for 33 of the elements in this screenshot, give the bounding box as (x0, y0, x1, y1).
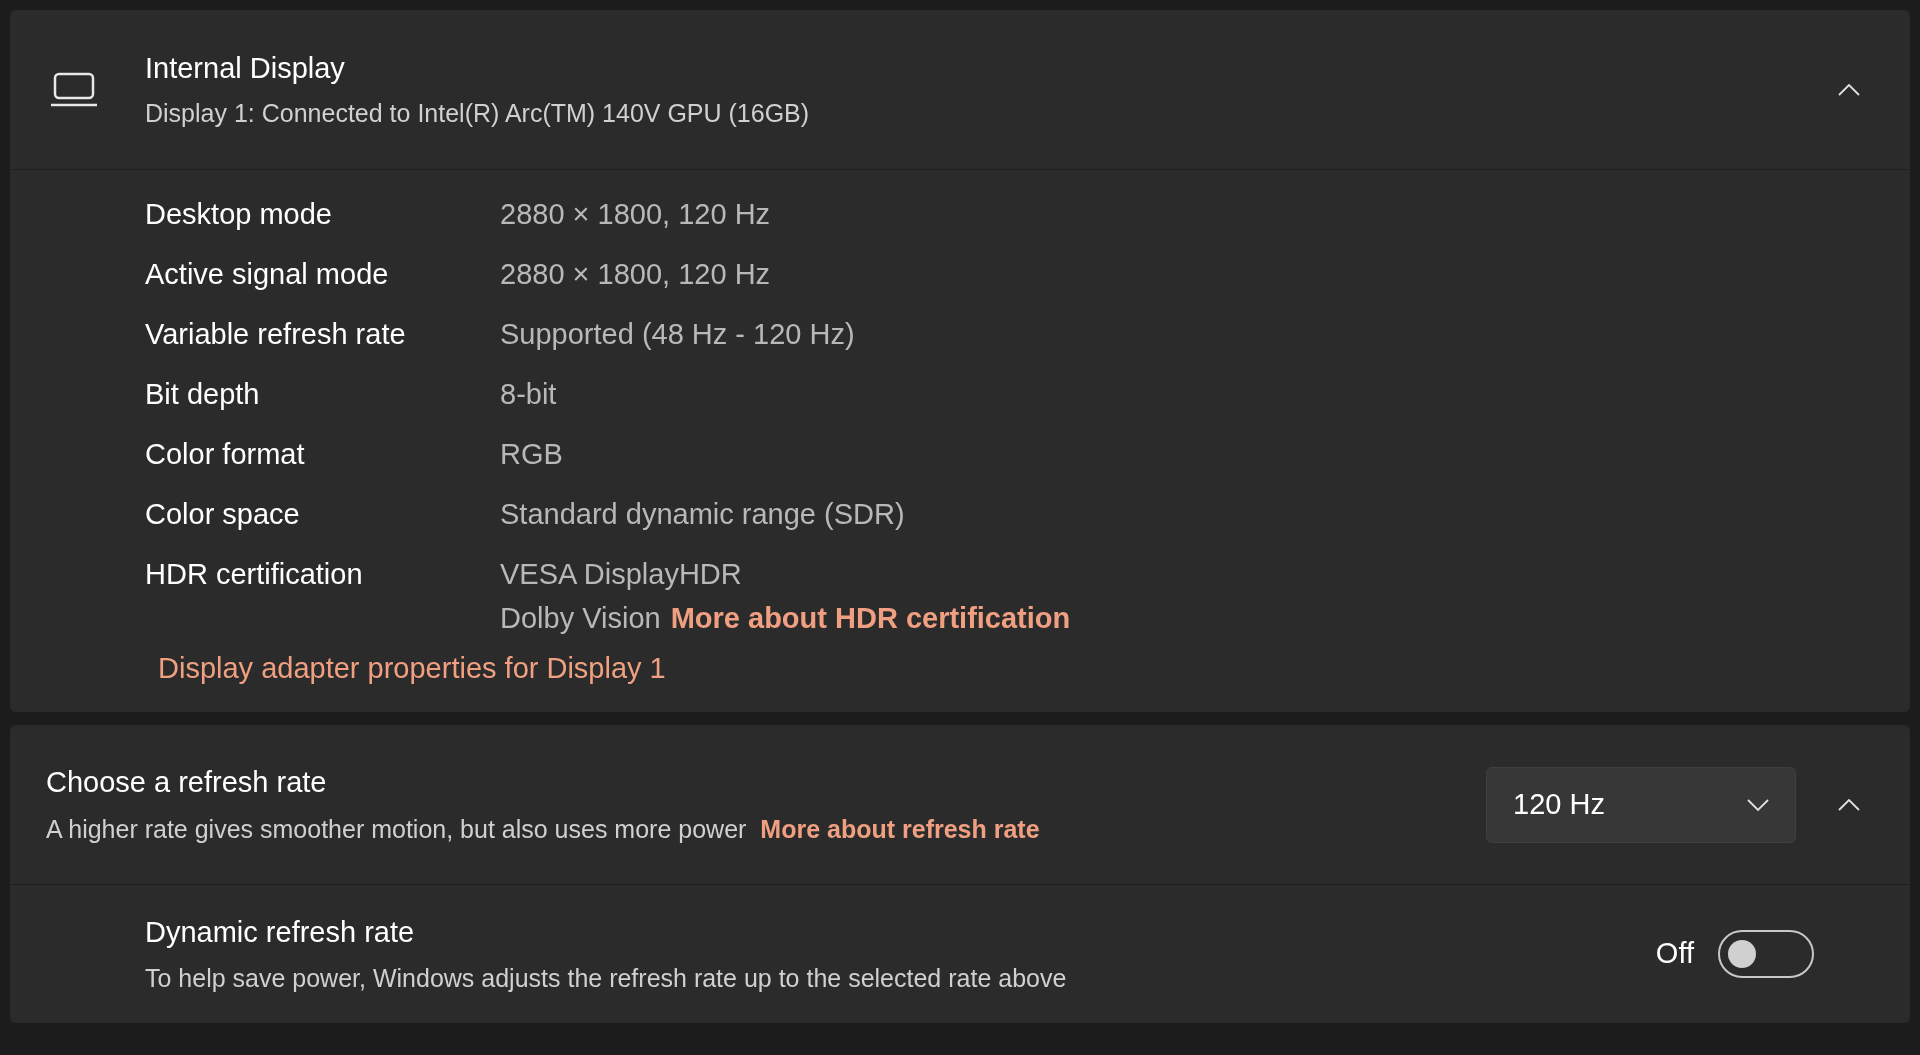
property-value: Supported (48 Hz - 120 Hz) (500, 317, 855, 352)
display-title: Internal Display (145, 51, 346, 86)
laptop-icon (50, 71, 98, 108)
property-label: Variable refresh rate (145, 317, 407, 352)
property-value: RGB (500, 437, 563, 472)
property-label: Color format (145, 437, 306, 472)
hdr-info-link[interactable]: More about HDR certification (670, 596, 1071, 640)
refresh-header[interactable]: Choose a refresh rate A higher rate gives smoother motion, but also uses more power More about refresh rate 120 Hz (10, 725, 1910, 885)
property-label: Desktop mode (145, 197, 333, 232)
property-value: Standard dynamic range (SDR) (500, 497, 905, 532)
property-value: 2880 × 1800, 120 Hz (500, 197, 771, 232)
collapse-chevron-icon (1838, 798, 1860, 811)
dynamic-refresh-title: Dynamic refresh rate (145, 914, 416, 950)
property-label: Color space (145, 497, 301, 532)
collapse-chevron-icon (1838, 83, 1860, 96)
property-label: HDR certification (145, 557, 364, 592)
property-label: Bit depth (145, 377, 261, 412)
property-value: VESA DisplayHDR (500, 557, 742, 592)
refresh-title: Choose a refresh rate (46, 765, 328, 800)
dynamic-refresh-toggle[interactable] (1718, 930, 1814, 978)
toggle-state-label: Off (1655, 936, 1694, 972)
dropdown-chevron-icon (1747, 798, 1769, 811)
dynamic-refresh-description: To help save power, Windows adjusts the refresh rate up to the selected rate above (145, 963, 1067, 994)
refresh-description: A higher rate gives smoother motion, but also uses more power (46, 813, 747, 845)
display-header[interactable]: Internal Display Display 1: Connected to Intel(R) Arc(TM) 140V GPU (16GB) (10, 10, 1910, 170)
refresh-info-link[interactable]: More about refresh rate (760, 810, 1040, 848)
property-value: 2880 × 1800, 120 Hz (500, 257, 771, 292)
property-label: Active signal mode (145, 257, 390, 292)
display-subtitle: Display 1: Connected to Intel(R) Arc(TM) 140V GPU (16GB) (145, 97, 810, 129)
adapter-properties-link[interactable]: Display adapter properties for Display 1 (158, 646, 666, 690)
property-value: Dolby Vision (500, 601, 661, 636)
property-value: 8-bit (500, 377, 557, 412)
refresh-rate-dropdown[interactable]: 120 Hz (1486, 766, 1796, 843)
